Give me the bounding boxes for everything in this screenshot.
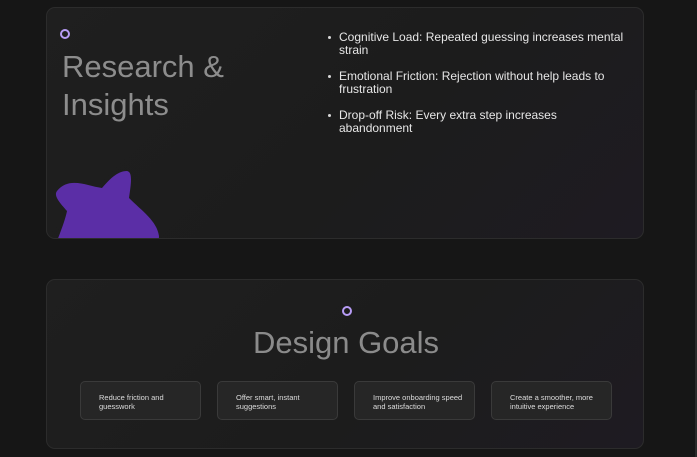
design-goals-title: Design Goals — [252, 325, 440, 360]
research-title-line2: Insights — [62, 87, 169, 122]
goal-chip-improve-onboarding: Improve onboarding speed and satisfactio… — [354, 381, 475, 420]
star-shape-icon — [56, 171, 159, 238]
goal-chip-smoother-experience: Create a smoother, more intuitive experi… — [491, 381, 612, 420]
insight-emotional-friction: Emotional Friction: Rejection without he… — [327, 70, 627, 96]
insights-list: Cognitive Load: Repeated guessing increa… — [327, 31, 627, 148]
research-title: Research & Insights — [62, 48, 282, 124]
goal-chip-smart-suggestions: Offer smart, instant suggestions — [217, 381, 338, 420]
ring-dot-icon — [60, 29, 70, 39]
goal-chip-reduce-friction: Reduce friction and guesswork — [80, 381, 201, 420]
page: Research & Insights Cognitive Load: Repe… — [0, 0, 697, 457]
research-insights-card: Research & Insights Cognitive Load: Repe… — [46, 7, 644, 239]
ring-dot-icon — [342, 306, 352, 316]
insight-drop-off-risk: Drop-off Risk: Every extra step increase… — [327, 109, 627, 135]
research-title-line1: Research & — [62, 49, 224, 84]
design-goals-card: Design Goals Reduce friction and guesswo… — [46, 279, 644, 449]
insight-cognitive-load: Cognitive Load: Repeated guessing increa… — [327, 31, 627, 57]
